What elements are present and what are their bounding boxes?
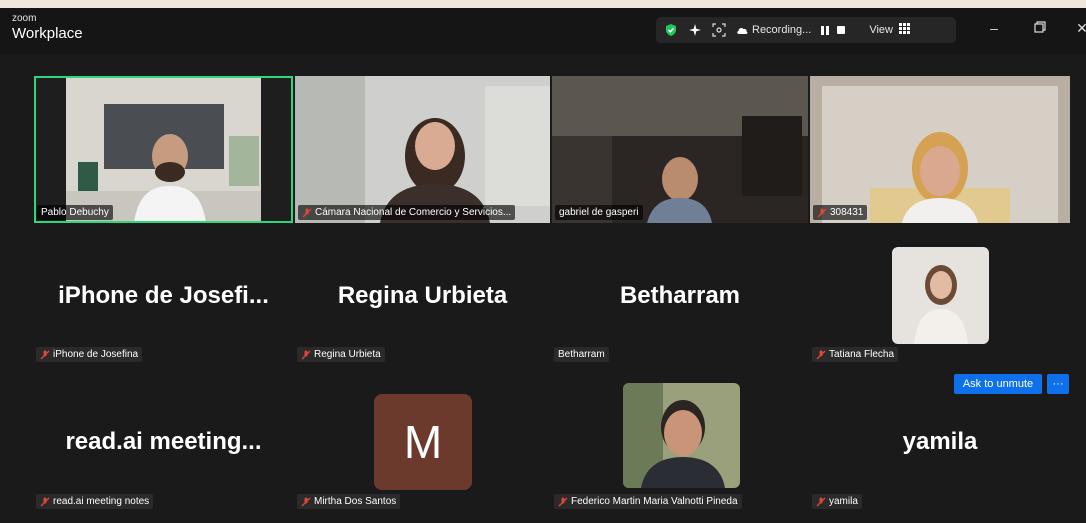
meeting-status-bar: Recording... View (656, 17, 956, 43)
cloud-icon (736, 25, 748, 35)
minimize-icon[interactable]: – (984, 20, 1004, 36)
participant-display-name: yamila (902, 428, 978, 455)
stop-icon[interactable] (837, 26, 846, 34)
participant-name: iPhone de Josefina (53, 349, 139, 360)
avatar: M (374, 394, 472, 490)
participant-name: Cámara Nacional de Comercio y Servicios.… (315, 207, 512, 218)
shield-check-icon[interactable] (664, 23, 678, 37)
focus-icon[interactable] (712, 23, 726, 37)
participant-tag: iPhone de Josefina (36, 347, 143, 362)
mic-off-icon (301, 350, 311, 359)
participant-tag: Pablo Debuchy (37, 205, 113, 220)
participant-name: Mirtha Dos Santos (314, 496, 397, 507)
participant-name: yamila (829, 496, 858, 507)
mic-off-icon (301, 497, 311, 506)
camara-video-feed (295, 76, 550, 223)
mic-off-icon (816, 350, 826, 359)
close-icon[interactable]: ✕ (1072, 20, 1086, 37)
grid-icon[interactable] (898, 21, 910, 39)
participant-name: Tatiana Flecha (829, 349, 895, 360)
participant-tag: read.ai meeting notes (36, 494, 154, 509)
view-button[interactable]: View (869, 24, 893, 36)
title-bar: zoom Workplace Recording... View – ✕ (0, 8, 1086, 54)
participant-tag: Federico Martin Maria Valnotti Pineda (554, 494, 742, 509)
308431-video-feed (810, 76, 1070, 223)
zoom-window: zoom Workplace Recording... View – ✕ Pab… (0, 8, 1086, 523)
participant-name: Pablo Debuchy (41, 207, 109, 218)
participant-tag: Cámara Nacional de Comercio y Servicios.… (298, 205, 516, 220)
brand-title: Workplace (12, 25, 83, 42)
pause-icon[interactable] (821, 25, 830, 35)
video-tile-gabriel[interactable]: gabriel de gasperi (552, 76, 808, 223)
recording-label: Recording... (752, 24, 812, 36)
participant-tag: gabriel de gasperi (555, 205, 643, 220)
participant-display-name: iPhone de Josefi... (58, 282, 269, 309)
video-tile-308431[interactable]: 308431 (810, 76, 1070, 223)
mic-off-icon (40, 350, 50, 359)
pablo-video-feed (34, 76, 293, 223)
sparkle-icon[interactable] (688, 23, 702, 37)
participant-name: read.ai meeting notes (53, 496, 150, 507)
tatiana-profile-photo (892, 247, 989, 344)
participant-tag: Regina Urbieta (297, 347, 385, 362)
participant-display-name: Regina Urbieta (337, 282, 508, 309)
participant-name: 308431 (830, 207, 864, 218)
participant-tag: Betharram (554, 347, 609, 362)
video-tile-camara[interactable]: Cámara Nacional de Comercio y Servicios.… (295, 76, 550, 223)
ask-to-unmute-button[interactable]: Ask to unmute (954, 374, 1042, 394)
federico-profile-photo (623, 383, 740, 488)
app-brand: zoom Workplace (12, 13, 83, 42)
participant-tag: Mirtha Dos Santos (297, 494, 401, 509)
participant-tag: Tatiana Flecha (812, 347, 899, 362)
mic-off-icon (817, 208, 827, 217)
mic-off-icon (302, 208, 312, 217)
more-options-button[interactable]: ··· (1047, 374, 1069, 394)
participant-name: Betharram (558, 349, 605, 360)
brand-small: zoom (12, 13, 37, 24)
participant-tag: 308431 (813, 205, 868, 220)
mic-off-icon (558, 497, 568, 506)
gabriel-video-feed (552, 76, 808, 223)
participant-tag: yamila (812, 494, 862, 509)
participant-display-name: Betharram (619, 282, 741, 309)
mic-off-icon (816, 497, 826, 506)
restore-icon[interactable] (1030, 20, 1050, 36)
participant-name: Regina Urbieta (314, 349, 381, 360)
participant-name: gabriel de gasperi (559, 207, 639, 218)
participant-name: Federico Martin Maria Valnotti Pineda (571, 496, 738, 507)
mic-off-icon (40, 497, 50, 506)
video-tile-pablo[interactable]: Pablo Debuchy (34, 76, 293, 223)
participant-display-name: read.ai meeting... (65, 428, 262, 455)
